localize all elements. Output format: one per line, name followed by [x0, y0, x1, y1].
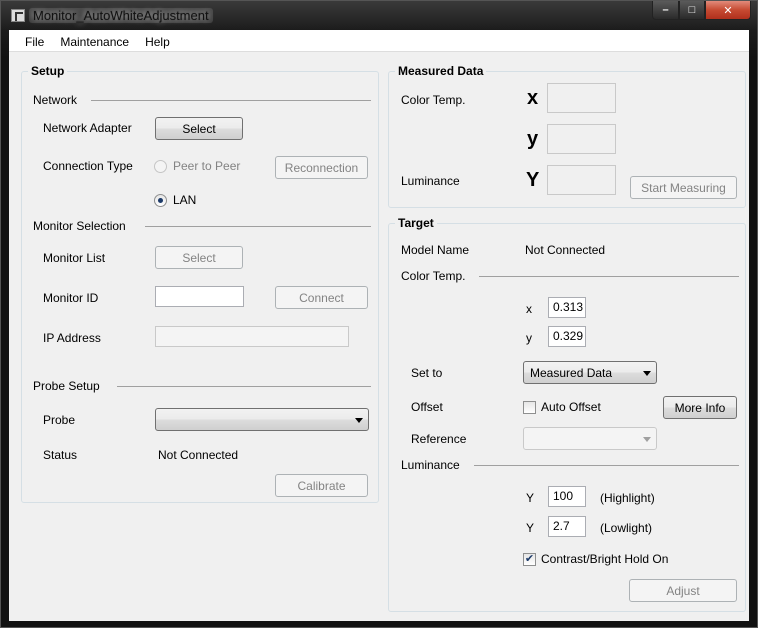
measured-x-box — [547, 83, 616, 113]
monitor-id-input[interactable] — [155, 286, 244, 307]
network-heading: Network — [33, 93, 78, 107]
target-x-input[interactable]: 0.313 — [548, 297, 586, 318]
monitor-list-select-button[interactable]: Select — [155, 246, 243, 269]
measured-data-group: Measured Data Color Temp. x y Luminance … — [388, 64, 746, 208]
monitor-selection-divider — [145, 226, 371, 227]
menu-file[interactable]: File — [9, 30, 52, 51]
measured-Y-box — [547, 165, 616, 195]
app-window: Monitor_AutoWhiteAdjustment – □ ✕ File M… — [0, 0, 758, 628]
model-name-value: Not Connected — [525, 243, 606, 257]
monitor-list-label: Monitor List — [43, 251, 106, 265]
menu-help[interactable]: Help — [137, 30, 178, 51]
measured-luminance-label: Luminance — [401, 174, 460, 188]
start-measuring-button[interactable]: Start Measuring — [630, 176, 737, 199]
probe-setup-divider — [117, 386, 371, 387]
peer-to-peer-radio[interactable] — [154, 160, 167, 173]
minimize-button[interactable]: – — [652, 1, 679, 20]
connection-type-label: Connection Type — [43, 159, 133, 173]
monitor-selection-heading: Monitor Selection — [33, 219, 126, 233]
measured-y-box — [547, 124, 616, 154]
target-color-temp-divider — [479, 276, 739, 277]
menu-bar: File Maintenance Help — [9, 30, 749, 52]
lan-label[interactable]: LAN — [173, 193, 196, 207]
offset-label: Offset — [411, 400, 443, 414]
ip-address-input[interactable] — [155, 326, 349, 347]
auto-offset-checkbox[interactable] — [523, 401, 536, 414]
connect-button[interactable]: Connect — [275, 286, 368, 309]
y-low-input[interactable]: 2.7 — [548, 516, 586, 537]
target-y-label: y — [526, 331, 532, 345]
auto-offset-label[interactable]: Auto Offset — [541, 400, 601, 414]
target-group: Target Model Name Not Connected Color Te… — [388, 216, 746, 612]
caption-buttons: – □ ✕ — [652, 1, 751, 21]
target-color-temp-heading: Color Temp. — [401, 269, 466, 283]
target-y-input[interactable]: 0.329 — [548, 326, 586, 347]
measured-color-temp-label: Color Temp. — [401, 93, 466, 107]
set-to-dropdown[interactable]: Measured Data — [523, 361, 657, 384]
measured-Y-symbol: Y — [526, 169, 540, 191]
status-value: Not Connected — [158, 448, 239, 462]
y-low-desc: (Lowlight) — [600, 521, 653, 535]
menu-maintenance[interactable]: Maintenance — [52, 30, 137, 51]
contrast-hold-checkbox[interactable]: ✔ — [523, 553, 536, 566]
lan-radio[interactable] — [154, 194, 167, 207]
target-title: Target — [395, 216, 437, 230]
contrast-hold-label[interactable]: Contrast/Bright Hold On — [541, 552, 668, 566]
reference-dropdown[interactable] — [523, 427, 657, 450]
y-high-label: Y — [526, 491, 535, 505]
adjust-button[interactable]: Adjust — [629, 579, 737, 602]
network-adapter-label: Network Adapter — [43, 121, 132, 135]
y-high-desc: (Highlight) — [600, 491, 655, 505]
set-to-dropdown-value: Measured Data — [530, 366, 613, 380]
probe-label: Probe — [43, 413, 76, 427]
window-title: Monitor_AutoWhiteAdjustment — [29, 8, 213, 23]
reconnection-button[interactable]: Reconnection — [275, 156, 368, 179]
reference-label: Reference — [411, 432, 467, 446]
title-bar[interactable]: Monitor_AutoWhiteAdjustment – □ ✕ — [1, 1, 757, 29]
probe-dropdown[interactable] — [155, 408, 369, 431]
monitor-id-label: Monitor ID — [43, 291, 99, 305]
set-to-label: Set to — [411, 366, 443, 380]
dropdown-arrow-icon — [643, 437, 651, 442]
target-luminance-heading: Luminance — [401, 458, 460, 472]
setup-group: Setup Network Network Adapter Select Con… — [21, 64, 379, 503]
model-name-label: Model Name — [401, 243, 470, 257]
dropdown-arrow-icon — [643, 371, 651, 376]
probe-setup-heading: Probe Setup — [33, 379, 100, 393]
measured-data-title: Measured Data — [395, 64, 487, 78]
calibrate-button[interactable]: Calibrate — [275, 474, 368, 497]
status-label: Status — [43, 448, 78, 462]
target-luminance-divider — [474, 465, 739, 466]
peer-to-peer-label[interactable]: Peer to Peer — [173, 159, 240, 173]
target-x-label: x — [526, 302, 532, 316]
app-icon[interactable] — [11, 9, 25, 22]
network-divider — [91, 100, 371, 101]
ip-address-label: IP Address — [43, 331, 101, 345]
setup-title: Setup — [28, 64, 68, 78]
y-high-input[interactable]: 100 — [548, 486, 586, 507]
network-adapter-select-button[interactable]: Select — [155, 117, 243, 140]
client-area: File Maintenance Help Setup Network Netw… — [9, 30, 749, 621]
more-info-button[interactable]: More Info — [663, 396, 737, 419]
measured-y-symbol: y — [527, 128, 539, 150]
measured-x-symbol: x — [527, 87, 539, 109]
close-button[interactable]: ✕ — [705, 1, 751, 20]
y-low-label: Y — [526, 521, 535, 535]
maximize-button[interactable]: □ — [679, 1, 705, 20]
dropdown-arrow-icon — [355, 418, 363, 423]
